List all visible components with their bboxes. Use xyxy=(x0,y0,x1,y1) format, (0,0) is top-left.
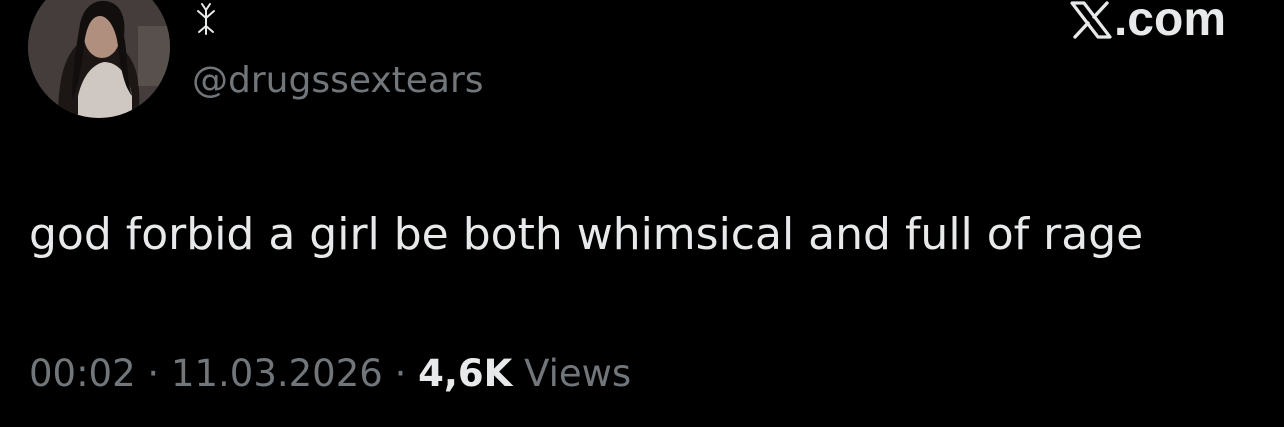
tweet-text: god forbid a girl be both whimsical and … xyxy=(29,209,1144,260)
tweet-meta: 00:02 · 11.03.2026 · 4,6K Views xyxy=(29,350,631,398)
x-logo-icon xyxy=(1070,1,1112,39)
profile-photo xyxy=(28,0,170,118)
meta-separator: · xyxy=(394,352,407,395)
user-handle[interactable]: @drugssextears xyxy=(192,59,484,103)
brand-domain-text: .com xyxy=(1113,0,1226,46)
views-label: Views xyxy=(524,352,632,395)
avatar[interactable] xyxy=(28,0,170,118)
meta-separator: · xyxy=(147,352,160,395)
brand-watermark: .com xyxy=(1070,0,1226,46)
tweet-time[interactable]: 00:02 xyxy=(29,352,136,395)
tree-glyph-icon xyxy=(197,3,215,35)
tweet-date[interactable]: 11.03.2026 xyxy=(171,352,383,395)
views-count: 4,6K xyxy=(418,352,513,395)
